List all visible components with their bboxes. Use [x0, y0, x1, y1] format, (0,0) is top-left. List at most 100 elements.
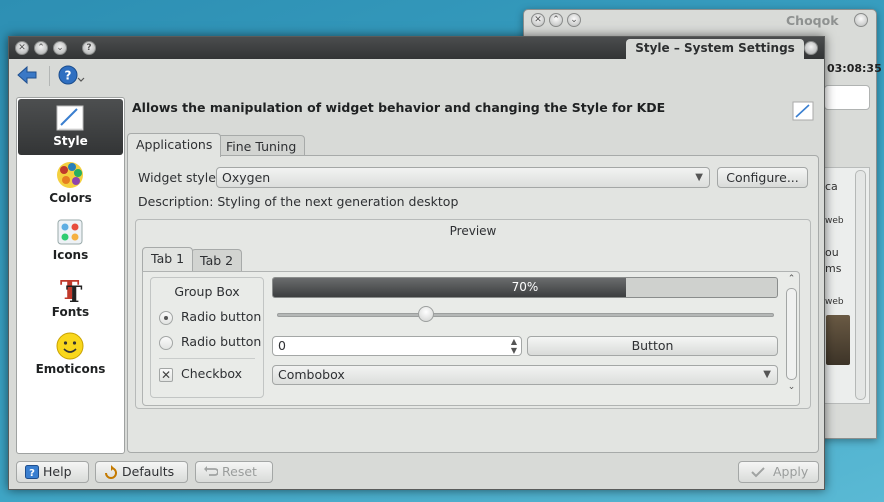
radio-label: Radio button — [181, 334, 262, 349]
spinbox-value: 0 — [278, 338, 286, 353]
snippet-text: ms — [825, 262, 842, 275]
close-icon[interactable] — [804, 41, 818, 55]
timestamp: 03:08:35 — [827, 62, 882, 75]
help-menu-icon[interactable]: ? — [58, 64, 86, 86]
checkbox-label: Checkbox — [181, 366, 243, 381]
snippet-text: web — [825, 297, 844, 307]
titlebar[interactable]: ✕ ⌃ ⌄ ? Style – System Settings — [9, 37, 824, 59]
style-icon — [55, 103, 85, 133]
preview-title: Preview — [449, 224, 497, 238]
widget-style-combobox[interactable]: Oxygen ▼ — [216, 167, 710, 188]
reset-button[interactable]: Reset — [195, 461, 273, 483]
svg-text:?: ? — [65, 69, 72, 83]
help-icon: ? — [25, 465, 39, 479]
sidebar-item-colors[interactable]: Colors — [18, 156, 123, 212]
emoticons-icon — [55, 331, 85, 361]
icons-icon — [55, 217, 85, 247]
sidebar-item-label: Icons — [52, 248, 89, 262]
radio-label: Radio button — [181, 309, 262, 324]
background-titlebar[interactable]: ✕ ⌃ ⌄ Choqok — [524, 10, 876, 32]
checkbox[interactable]: ✕ — [159, 368, 173, 382]
sidebar-item-icons[interactable]: Icons — [18, 213, 123, 269]
configure-button[interactable]: Configure... — [717, 167, 808, 188]
radio-selected-dot — [164, 316, 168, 320]
sidebar-item-label: Fonts — [51, 305, 90, 319]
defaults-button-label: Defaults — [122, 464, 175, 479]
slider-handle[interactable] — [418, 306, 435, 322]
scroll-up-icon[interactable]: ⌃ — [786, 274, 797, 284]
progress-text: 70% — [511, 280, 539, 294]
preview-combobox[interactable]: Combobox ▼ — [272, 365, 778, 385]
tab-2[interactable]: Tab 2 — [191, 249, 243, 271]
minimize-icon[interactable]: ⌄ — [53, 41, 67, 55]
checkmark-icon — [751, 465, 765, 479]
maximize-icon[interactable]: ⌃ — [549, 13, 563, 27]
tab-1[interactable]: Tab 1 — [142, 247, 194, 271]
preview-group: Preview Tab 1 Tab 2 Group Box Radio butt… — [135, 219, 811, 409]
scroll-down-icon[interactable]: ⌄ — [786, 382, 797, 392]
slider-track[interactable] — [277, 313, 774, 317]
sidebar-item-label: Colors — [49, 191, 92, 205]
scrollbar[interactable] — [855, 170, 866, 400]
applications-panel: Widget style: Oxygen ▼ Configure... Desc… — [127, 155, 819, 453]
system-settings-window[interactable]: ✕ ⌃ ⌄ ? Style – System Settings ? Style … — [8, 36, 825, 490]
divider — [159, 358, 255, 359]
back-arrow-icon[interactable] — [16, 64, 38, 86]
tab-applications[interactable]: Applications — [127, 133, 222, 157]
sidebar-item-style[interactable]: Style — [18, 99, 123, 155]
scrollbar-thumb[interactable] — [786, 288, 797, 380]
fonts-icon: TT — [55, 274, 85, 308]
minimize-icon[interactable]: ⌄ — [567, 13, 581, 27]
style-icon — [792, 101, 814, 121]
defaults-button[interactable]: Defaults — [95, 461, 188, 483]
help-button[interactable]: ? Help — [16, 461, 89, 483]
chevron-down-icon: ▼ — [695, 172, 703, 183]
group-box-title: Group Box — [174, 284, 240, 299]
close-icon[interactable]: ✕ — [15, 41, 29, 55]
tab-fine-tuning[interactable]: Fine Tuning — [217, 135, 306, 157]
widget-style-label: Widget style: — [138, 170, 221, 185]
group-box: Group Box Radio button Radio button ✕ Ch… — [150, 277, 264, 398]
page-description: Allows the manipulation of widget behavi… — [132, 100, 666, 115]
svg-text:T: T — [66, 282, 83, 304]
help-icon[interactable]: ? — [82, 41, 96, 55]
background-window-title: Choqok — [786, 13, 839, 28]
widget-style-value: Oxygen — [222, 170, 271, 185]
close-icon[interactable] — [854, 13, 868, 27]
close-icon[interactable]: ✕ — [531, 13, 545, 27]
button-bar: ? Help Defaults Reset Apply — [9, 459, 824, 489]
preview-tab-panel: Group Box Radio button Radio button ✕ Ch… — [142, 271, 800, 406]
radio-button-2[interactable] — [159, 336, 173, 350]
toolbar-separator — [49, 66, 50, 86]
defaults-icon — [104, 465, 118, 479]
sidebar-item-label: Emoticons — [35, 362, 106, 376]
chevron-down-icon: ▼ — [763, 369, 771, 380]
progress-bar: 70% — [272, 277, 778, 298]
sidebar-item-emoticons[interactable]: Emoticons — [18, 327, 123, 383]
category-sidebar: Style Colors Icons TT Fonts Emoticons — [16, 97, 125, 454]
status-input[interactable] — [824, 85, 870, 110]
apply-button-label: Apply — [773, 464, 809, 479]
combobox-value: Combobox — [278, 367, 345, 382]
help-button-label: Help — [43, 464, 72, 479]
reset-button-label: Reset — [222, 464, 257, 479]
snippet-text: ou — [825, 246, 839, 259]
style-description: Description: Styling of the next generat… — [138, 194, 459, 209]
apply-button[interactable]: Apply — [738, 461, 819, 483]
vertical-scrollbar[interactable]: ⌃ ⌄ — [786, 274, 797, 396]
sidebar-item-label: Style — [53, 134, 88, 148]
toolbar: ? — [9, 59, 824, 91]
radio-button-1[interactable] — [159, 311, 173, 325]
preview-button[interactable]: Button — [527, 336, 778, 356]
snippet-text: ca — [825, 180, 838, 193]
spinbox[interactable]: 0 ▲ ▼ — [272, 336, 522, 356]
snippet-text: web — [825, 216, 844, 226]
colors-icon — [55, 160, 85, 190]
maximize-icon[interactable]: ⌃ — [34, 41, 48, 55]
avatar — [826, 315, 850, 365]
reset-icon — [204, 465, 219, 479]
sidebar-item-fonts[interactable]: TT Fonts — [18, 270, 123, 326]
spin-arrows-icon[interactable]: ▲ ▼ — [511, 337, 517, 355]
window-title: Style – System Settings — [626, 39, 804, 59]
svg-text:?: ? — [29, 468, 35, 479]
